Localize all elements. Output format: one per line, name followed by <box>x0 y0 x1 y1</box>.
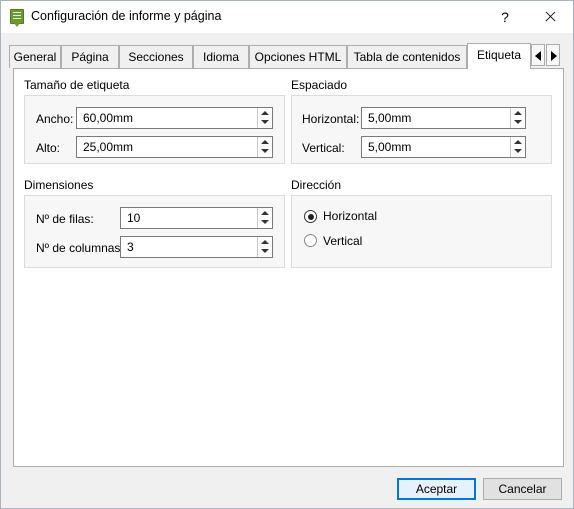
height-label: Alto: <box>36 141 61 155</box>
rows-label: Nº de filas: <box>36 212 94 226</box>
horizontal-spacing-value[interactable]: 5,00mm <box>368 111 411 125</box>
spin-up-icon[interactable] <box>258 108 272 118</box>
spin-up-icon[interactable] <box>258 237 272 247</box>
radio-horizontal[interactable] <box>304 210 317 223</box>
rows-spin-buttons <box>257 208 272 228</box>
app-icon <box>10 9 24 24</box>
tab-strip: General Página Secciones Idioma Opciones… <box>9 43 531 69</box>
width-value[interactable]: 60,00mm <box>83 111 133 125</box>
tab-scroll-right-button[interactable] <box>546 44 560 66</box>
label-size-heading: Tamaño de etiqueta <box>24 78 130 92</box>
spacing-heading: Espaciado <box>291 78 348 92</box>
tab-secciones[interactable]: Secciones <box>119 45 193 68</box>
tab-general[interactable]: General <box>9 45 61 68</box>
height-spinbox[interactable]: 25,00mm <box>76 136 273 158</box>
tab-pagina[interactable]: Página <box>61 45 119 68</box>
vertical-spacing-spinbox[interactable]: 5,00mm <box>361 136 526 158</box>
horizontal-spacing-label: Horizontal: <box>302 112 360 126</box>
help-button[interactable]: ? <box>482 1 528 33</box>
height-value[interactable]: 25,00mm <box>83 140 133 154</box>
tab-idioma[interactable]: Idioma <box>193 45 249 68</box>
height-spin-buttons <box>257 137 272 157</box>
width-spin-buttons <box>257 108 272 128</box>
dimensions-heading: Dimensiones <box>24 178 94 192</box>
radio-horizontal-label[interactable]: Horizontal <box>323 209 377 223</box>
spin-down-icon[interactable] <box>511 118 525 128</box>
tab-etiqueta[interactable]: Etiqueta <box>467 43 531 69</box>
horizontal-spacing-spinbox[interactable]: 5,00mm <box>361 107 526 129</box>
columns-value[interactable]: 3 <box>127 240 134 254</box>
rows-value[interactable]: 10 <box>127 211 140 225</box>
tab-scroll-left-button[interactable] <box>531 44 545 66</box>
close-button[interactable] <box>527 1 573 33</box>
title-bar[interactable]: Configuración de informe y página ? <box>1 1 573 33</box>
tab-tabla-de-contenidos[interactable]: Tabla de contenidos <box>347 45 467 68</box>
spin-up-icon[interactable] <box>511 137 525 147</box>
width-spinbox[interactable]: 60,00mm <box>76 107 273 129</box>
accept-button[interactable]: Aceptar <box>397 478 476 500</box>
label-size-group: Ancho: 60,00mm Alto: 25,00mm <box>24 95 285 164</box>
window-title: Configuración de informe y página <box>31 9 222 23</box>
spin-up-icon[interactable] <box>511 108 525 118</box>
spin-down-icon[interactable] <box>258 147 272 157</box>
spin-down-icon[interactable] <box>258 118 272 128</box>
spin-down-icon[interactable] <box>511 147 525 157</box>
dialog-window: Configuración de informe y página ? Gene… <box>0 0 574 509</box>
arrow-left-icon <box>535 51 541 61</box>
dimensions-group: Nº de filas: 10 Nº de columnas: 3 <box>24 195 285 268</box>
width-label: Ancho: <box>36 112 74 126</box>
cancel-button[interactable]: Cancelar <box>483 478 562 500</box>
columns-label: Nº de columnas: <box>36 241 124 255</box>
tab-panel-etiqueta: Tamaño de etiqueta Ancho: 60,00mm Alto: … <box>13 68 564 467</box>
vertical-spin-buttons <box>510 137 525 157</box>
spacing-group: Horizontal: 5,00mm Vertical: 5,00mm <box>291 95 552 164</box>
spin-down-icon[interactable] <box>258 247 272 257</box>
columns-spinbox[interactable]: 3 <box>120 236 273 258</box>
columns-spin-buttons <box>257 237 272 257</box>
rows-spinbox[interactable]: 10 <box>120 207 273 229</box>
horizontal-spin-buttons <box>510 108 525 128</box>
direction-group: Horizontal Vertical <box>291 195 552 268</box>
direction-heading: Dirección <box>291 178 342 192</box>
spin-up-icon[interactable] <box>258 208 272 218</box>
radio-vertical-label[interactable]: Vertical <box>323 234 362 248</box>
tab-opciones-html[interactable]: Opciones HTML <box>249 45 347 68</box>
radio-vertical[interactable] <box>304 234 317 247</box>
arrow-right-icon <box>551 51 557 61</box>
spin-down-icon[interactable] <box>258 218 272 228</box>
vertical-spacing-value[interactable]: 5,00mm <box>368 140 411 154</box>
spin-up-icon[interactable] <box>258 137 272 147</box>
vertical-spacing-label: Vertical: <box>302 141 345 155</box>
